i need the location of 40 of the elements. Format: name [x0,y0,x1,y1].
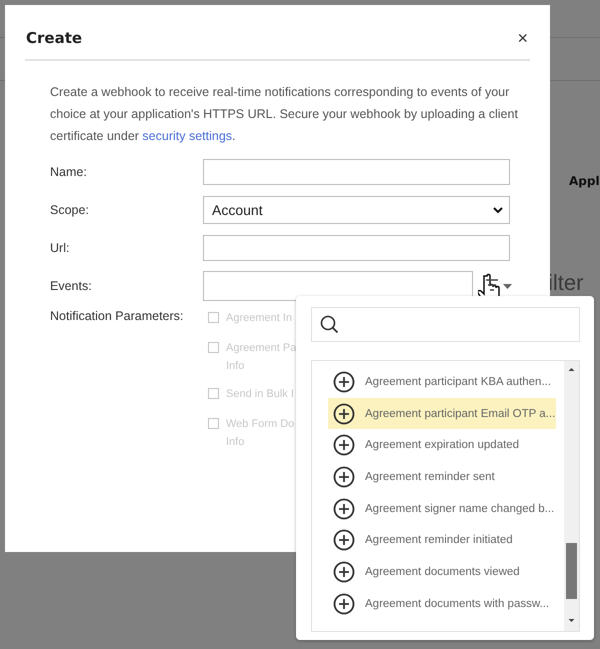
event-option[interactable]: Agreement documents viewed [328,556,556,588]
close-button[interactable]: × [515,29,530,47]
field-label: Name: [50,165,88,179]
checkbox[interactable] [208,388,219,399]
scope-dropdown[interactable]: Account [203,196,510,224]
checkbox[interactable] [208,342,219,353]
plus-circle-icon[interactable] [333,529,355,552]
scrollbar[interactable] [564,361,579,631]
plus-circle-icon[interactable] [333,466,355,488]
plus-circle-icon[interactable] [333,560,355,583]
chevron-icon[interactable] [493,206,503,214]
intro-text: Create a webhook to receive real-time notifications corresponding to events of your choice at your application's HTTPS URL. Secure your webhook by uploading a client certificate under security settings. [50,84,519,145]
field-label: Events: [50,279,93,293]
checkbox[interactable] [208,418,219,429]
plus-circle-icon[interactable] [333,402,355,425]
event-option[interactable]: Agreement reminder sent [328,461,556,493]
field-label: Url: [50,241,70,255]
plus-circle-icon[interactable] [333,434,355,456]
search-field[interactable] [311,307,580,342]
search-icon [320,315,339,334]
field-label: Scope: [50,203,90,217]
event-option[interactable]: Agreement reminder initiated [328,524,556,556]
event-option[interactable]: Agreement signer name changed b... [328,492,556,524]
input-field[interactable] [203,159,510,185]
event-option[interactable]: Agreement participant Email OTP a... [328,398,556,430]
dialog-title: Create [26,29,82,47]
plus-circle-icon[interactable] [333,498,355,520]
input-field[interactable] [203,235,510,261]
event-option[interactable]: Agreement documents with passw... [328,588,556,620]
plus-circle-icon[interactable] [333,370,355,393]
field-label: Notification Parameters: [50,309,184,325]
page-heading: ilter [548,270,584,296]
filter-icon[interactable] [485,279,499,293]
plus-circle-icon[interactable] [333,592,355,615]
event-option[interactable]: Agreement participant KBA authen... [328,366,556,398]
event-option[interactable]: Agreement expiration updated [328,429,556,462]
caret-icon[interactable] [503,284,512,288]
security-settings-link[interactable]: security settings [142,129,232,143]
column-heading: Appli [569,174,600,188]
checkbox[interactable] [208,312,219,323]
